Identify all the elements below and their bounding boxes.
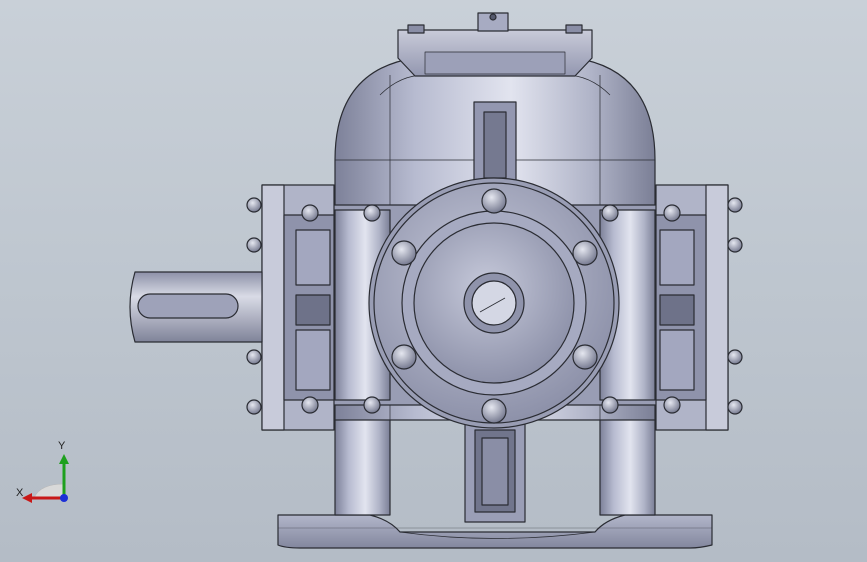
output-hub [368,177,620,429]
triad-y-label: Y [58,440,66,452]
triad-x-label: X [16,487,24,499]
left-bearing-flange [261,184,335,431]
top-rib [473,101,517,186]
right-bearing-flange [655,184,729,431]
cad-viewport[interactable]: X Y [0,0,867,562]
gear-reducer-model[interactable] [0,0,867,562]
input-shaft [129,271,263,343]
coordinate-triad: X Y [12,440,82,510]
triad-axes-icon [22,454,69,503]
top-cover [397,12,593,77]
